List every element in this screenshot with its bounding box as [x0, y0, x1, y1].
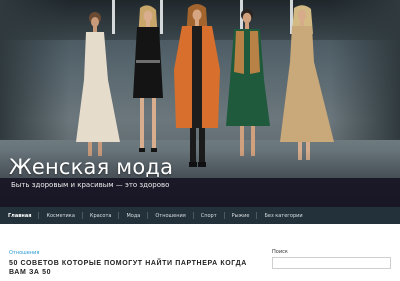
model-cream-dress [76, 12, 120, 156]
nav-divider [118, 212, 120, 219]
nav-item-sport[interactable]: Спорт [201, 213, 217, 219]
header-image: Женская мода Быть здоровым и красивым — … [0, 0, 400, 207]
model-green-dress [226, 9, 270, 156]
nav-item-fashion[interactable]: Мода [126, 213, 140, 219]
nav-item-redheads[interactable]: Рыжие [232, 213, 250, 219]
site-tagline: Быть здоровым и красивым — это здорово [11, 181, 170, 189]
search-widget-label: Поиск [272, 249, 288, 255]
model-orange-coat [174, 4, 220, 167]
nav-item-cosmetics[interactable]: Косметика [46, 213, 74, 219]
nav-item-beauty[interactable]: Красота [90, 213, 112, 219]
nav-item-home[interactable]: Главная [8, 213, 31, 219]
model-black-dress [133, 5, 163, 152]
nav-divider [192, 212, 194, 219]
post-title[interactable]: 50 советов которые помогут найти партнер… [9, 259, 259, 277]
nav-divider [81, 212, 83, 219]
post-category-link[interactable]: Отношения [9, 250, 39, 256]
site-title[interactable]: Женская мода [9, 155, 173, 179]
model-beige-dress [280, 5, 334, 160]
nav-divider [256, 212, 258, 219]
nav-divider [223, 212, 225, 219]
nav-item-relationships[interactable]: Отношения [155, 213, 185, 219]
main-navigation: Главная Косметика Красота Мода Отношения… [0, 207, 400, 224]
search-input[interactable] [272, 257, 391, 269]
nav-divider [147, 212, 149, 219]
nav-item-uncategorized[interactable]: Без категории [264, 213, 302, 219]
nav-divider [38, 212, 40, 219]
